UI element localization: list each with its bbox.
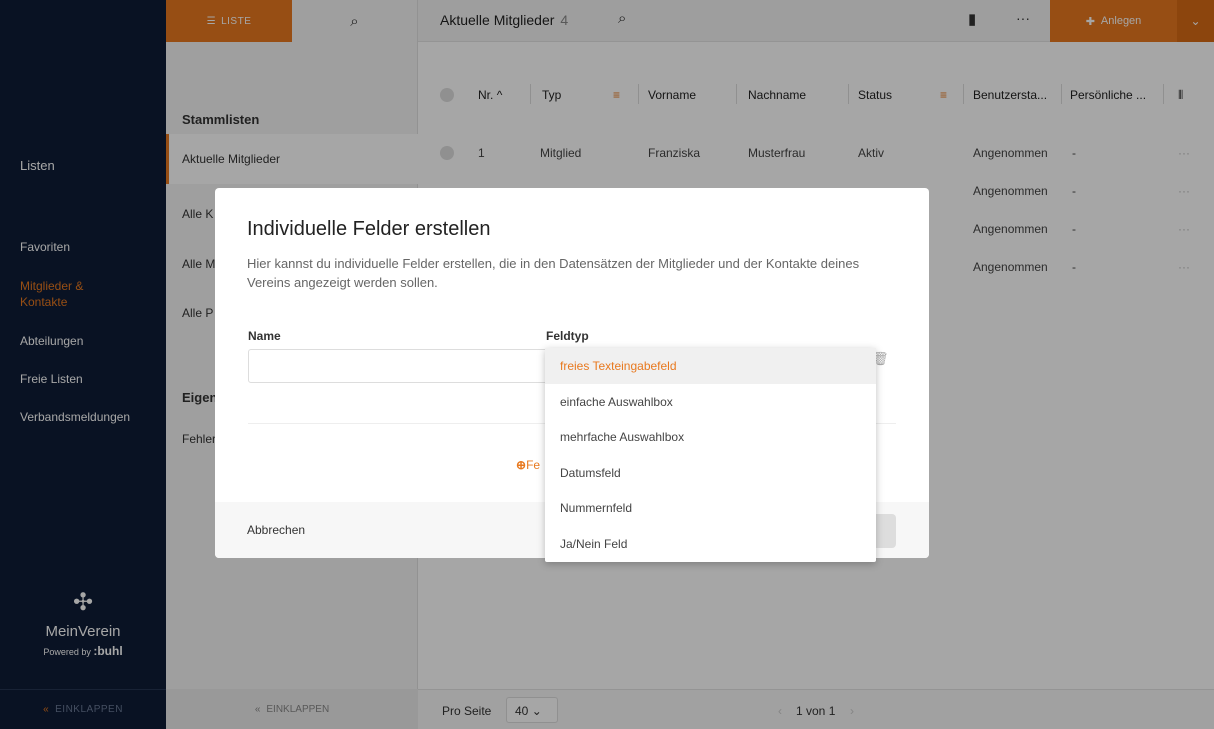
option-nummernfeld[interactable]: Nummernfeld — [545, 490, 876, 526]
dialog-title: Individuelle Felder erstellen — [247, 218, 491, 240]
cancel-button[interactable]: Abbrechen — [247, 523, 305, 537]
option-einfache-auswahlbox[interactable]: einfache Auswahlbox — [545, 384, 876, 420]
name-input[interactable] — [248, 349, 550, 383]
dialog-description: Hier kannst du individuelle Felder erste… — [247, 256, 860, 290]
option-freies-texteingabefeld[interactable]: freies Texteingabefeld — [545, 348, 876, 384]
feldtyp-label: Feldtyp — [546, 329, 589, 343]
feldtyp-dropdown-menu: freies Texteingabefeld einfache Auswahlb… — [545, 348, 876, 562]
option-datumsfeld[interactable]: Datumsfeld — [545, 455, 876, 491]
name-label: Name — [248, 329, 281, 343]
option-ja-nein-feld[interactable]: Ja/Nein Feld — [545, 526, 876, 562]
plus-circle-icon: ⊕ — [516, 458, 527, 472]
option-mehrfache-auswahlbox[interactable]: mehrfache Auswahlbox — [545, 419, 876, 455]
